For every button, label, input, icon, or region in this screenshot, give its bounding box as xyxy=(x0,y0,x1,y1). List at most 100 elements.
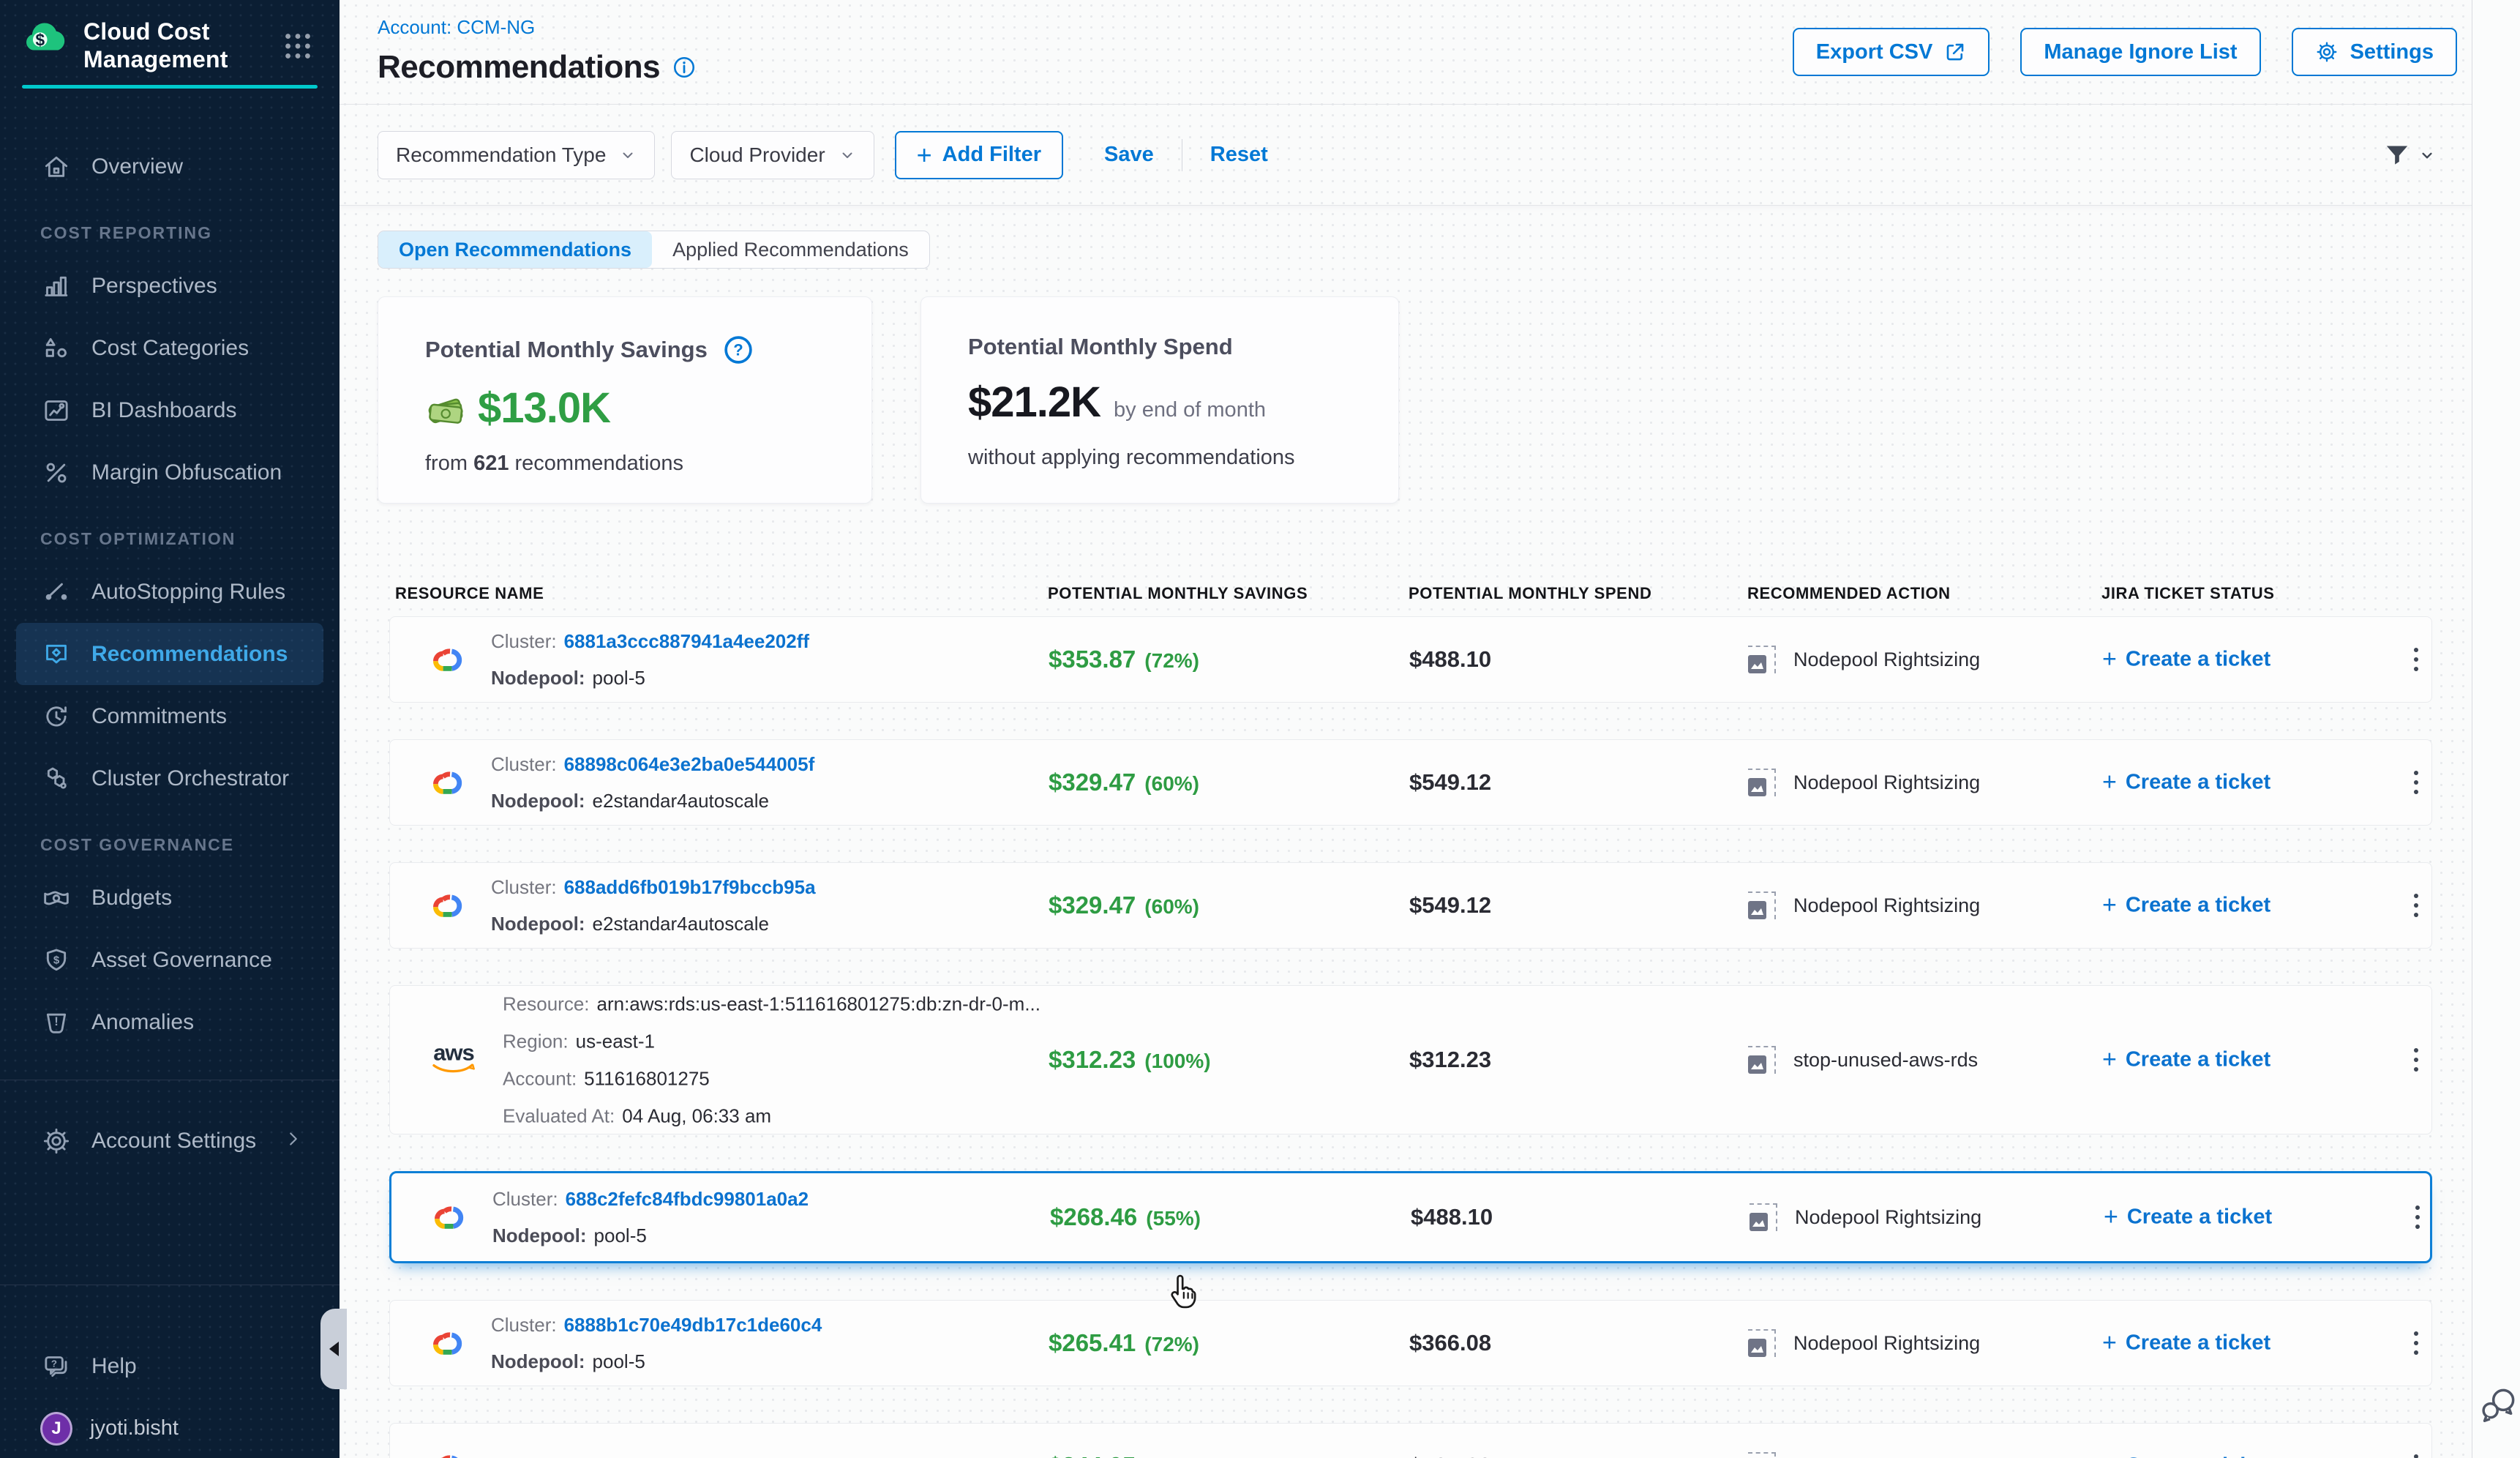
savings-percent: (72%) xyxy=(1144,1333,1199,1356)
sidebar-item-overview[interactable]: Overview xyxy=(0,135,340,198)
section-cost-reporting: COST REPORTING xyxy=(40,218,340,247)
sidebar-item-bi-dashboards[interactable]: BI Dashboards xyxy=(0,379,340,441)
sidebar-item-cluster-orchestrator[interactable]: Cluster Orchestrator xyxy=(0,747,340,810)
action-label: Nodepool Rightsizing xyxy=(1795,1206,1981,1229)
table-row[interactable]: Cluster:6881a3ccc887941a4ee202ff Nodepoo… xyxy=(389,616,2432,703)
table-row[interactable]: aws Resource:arn:aws:rds:us-east-1:51161… xyxy=(389,985,2432,1134)
recommendation-type-dropdown[interactable]: Recommendation Type xyxy=(378,131,655,179)
row-menu-kebab[interactable] xyxy=(2407,763,2426,801)
collapse-arrow-icon xyxy=(329,1342,339,1356)
reset-filter-link[interactable]: Reset xyxy=(1210,143,1268,167)
dropdown-label: Cloud Provider xyxy=(689,143,825,167)
table-row[interactable]: Cluster:688add6fb019b17f9bccb95a Nodepoo… xyxy=(389,862,2432,949)
cluster-link[interactable]: 6881a3ccc887941a4ee202ff xyxy=(564,630,809,652)
gcp-icon xyxy=(431,1449,465,1458)
sidebar-item-cost-categories[interactable]: Cost Categories xyxy=(0,317,340,379)
export-csv-label: Export CSV xyxy=(1816,40,1933,64)
resource-line-label: Evaluated At: xyxy=(503,1105,615,1127)
bucket-alert-icon: ! xyxy=(40,1008,72,1037)
save-filter-link[interactable]: Save xyxy=(1104,143,1154,167)
resource-line-value: 04 Aug, 06:33 am xyxy=(622,1105,771,1127)
cluster-link[interactable]: 68898c064e3e2ba0e544005f xyxy=(564,753,815,775)
rightsizing-icon xyxy=(1748,646,1776,673)
question-circle-icon[interactable]: ? xyxy=(722,334,754,366)
row-menu-kebab[interactable] xyxy=(2408,1198,2427,1236)
gear-icon xyxy=(2315,40,2339,64)
create-ticket-link[interactable]: + Create a ticket xyxy=(2102,646,2270,674)
create-ticket-link[interactable]: +Create a ticket xyxy=(2102,769,2270,797)
row-menu-kebab[interactable] xyxy=(2407,640,2426,678)
svg-text:!: ! xyxy=(54,1014,59,1028)
cluster-link[interactable]: 6886e92f59a48cad86b5b1c6 xyxy=(564,1455,817,1458)
action-label: Nodepool Rightsizing xyxy=(1793,1455,1980,1458)
savings-amount: $312.23 xyxy=(1049,1046,1136,1073)
spend-value: $21.2K xyxy=(968,378,1100,427)
cluster-link[interactable]: 688add6fb019b17f9bccb95a xyxy=(564,876,816,898)
spend-amount: $427.09 xyxy=(1409,1453,1491,1458)
savings-percent: (72%) xyxy=(1144,649,1199,672)
resource-line-value: arn:aws:rds:us-east-1:511616801275:db:zn… xyxy=(597,993,1041,1015)
sidebar-item-label: Margin Obfuscation xyxy=(91,460,282,485)
resource-line-label: Cluster: xyxy=(491,1455,557,1458)
sidebar-item-anomalies[interactable]: ! Anomalies xyxy=(0,991,340,1053)
export-csv-button[interactable]: Export CSV xyxy=(1793,28,1990,76)
info-icon[interactable] xyxy=(672,55,697,80)
cluster-link[interactable]: 688c2fefc84fbdc99801a0a2 xyxy=(566,1188,809,1210)
cloud-provider-dropdown[interactable]: Cloud Provider xyxy=(671,131,874,179)
recommendations-table: RESOURCE NAME POTENTIAL MONTHLY SAVINGS … xyxy=(389,584,2432,1458)
shield-dollar-icon: $ xyxy=(40,946,72,975)
sidebar-item-margin-obfuscation[interactable]: Margin Obfuscation xyxy=(0,441,340,504)
gcp-icon xyxy=(431,766,465,799)
add-filter-button[interactable]: + Add Filter xyxy=(895,131,1063,179)
sidebar-collapse-handle[interactable] xyxy=(320,1309,347,1389)
avatar: J xyxy=(40,1412,72,1446)
table-row-selected[interactable]: Cluster:688c2fefc84fbdc99801a0a2 Nodepoo… xyxy=(389,1171,2432,1263)
resource-line-label: Cluster: xyxy=(491,876,557,898)
savings-amount: $268.46 xyxy=(1050,1203,1137,1230)
filter-panel-toggle[interactable] xyxy=(2382,141,2437,170)
plus-icon: + xyxy=(917,142,932,168)
row-menu-kebab[interactable] xyxy=(2407,1324,2426,1362)
manage-ignore-list-button[interactable]: Manage Ignore List xyxy=(2020,28,2260,76)
chevron-down-icon xyxy=(2418,146,2437,165)
tab-applied-recommendations[interactable]: Applied Recommendations xyxy=(652,231,929,268)
support-chat-icon[interactable] xyxy=(2478,1386,2518,1429)
resource-line-label: Account: xyxy=(503,1068,577,1090)
sidebar-item-recommendations[interactable]: Recommendations xyxy=(16,623,323,685)
tab-open-recommendations[interactable]: Open Recommendations xyxy=(378,231,652,268)
create-ticket-link[interactable]: +Create a ticket xyxy=(2104,1203,2272,1232)
table-row[interactable]: Cluster:6888b1c70e49db17c1de60c4 Nodepoo… xyxy=(389,1300,2432,1386)
app-grid-icon[interactable] xyxy=(281,29,315,63)
create-ticket-link[interactable]: +Create a ticket xyxy=(2102,1046,2270,1074)
settings-button[interactable]: Settings xyxy=(2292,28,2457,76)
filter-bar: Recommendation Type Cloud Provider + Add… xyxy=(340,105,2472,206)
sidebar-item-perspectives[interactable]: Perspectives xyxy=(0,255,340,317)
right-rail xyxy=(2472,0,2520,1458)
create-ticket-label: Create a ticket xyxy=(2126,1331,2270,1356)
breadcrumb[interactable]: Account: CCM-NG xyxy=(378,16,697,39)
sidebar-item-commitments[interactable]: Commitments xyxy=(0,685,340,747)
sidebar-item-help[interactable]: ? Help xyxy=(0,1335,340,1397)
sidebar-item-asset-governance[interactable]: $ Asset Governance xyxy=(0,929,340,991)
chevron-right-icon xyxy=(282,1128,304,1154)
sidebar-user[interactable]: J jyoti.bisht xyxy=(0,1397,340,1458)
resource-line-value: pool-5 xyxy=(593,1350,645,1372)
cluster-link[interactable]: 6888b1c70e49db17c1de60c4 xyxy=(564,1314,822,1336)
table-row[interactable]: Cluster:68898c064e3e2ba0e544005f Nodepoo… xyxy=(389,739,2432,826)
sidebar-item-autostopping-rules[interactable]: AutoStopping Rules xyxy=(0,561,340,623)
plus-icon: + xyxy=(2102,646,2117,674)
row-menu-kebab[interactable] xyxy=(2407,886,2426,924)
spend-amount: $312.23 xyxy=(1409,1047,1491,1073)
create-ticket-link[interactable]: +Create a ticket xyxy=(2102,1452,2270,1458)
money-stack-icon xyxy=(425,392,465,425)
shapes-icon xyxy=(40,334,72,363)
sidebar-item-budgets[interactable]: Budgets xyxy=(0,867,340,929)
row-menu-kebab[interactable] xyxy=(2407,1447,2426,1458)
create-ticket-label: Create a ticket xyxy=(2126,648,2270,672)
create-ticket-link[interactable]: +Create a ticket xyxy=(2102,1329,2270,1358)
sidebar-item-label: Overview xyxy=(91,154,183,179)
row-menu-kebab[interactable] xyxy=(2407,1041,2426,1079)
create-ticket-link[interactable]: +Create a ticket xyxy=(2102,891,2270,920)
sidebar-item-account-settings[interactable]: Account Settings xyxy=(0,1110,340,1172)
table-row[interactable]: Cluster:6886e92f59a48cad86b5b1c6 $244.05… xyxy=(389,1423,2432,1458)
